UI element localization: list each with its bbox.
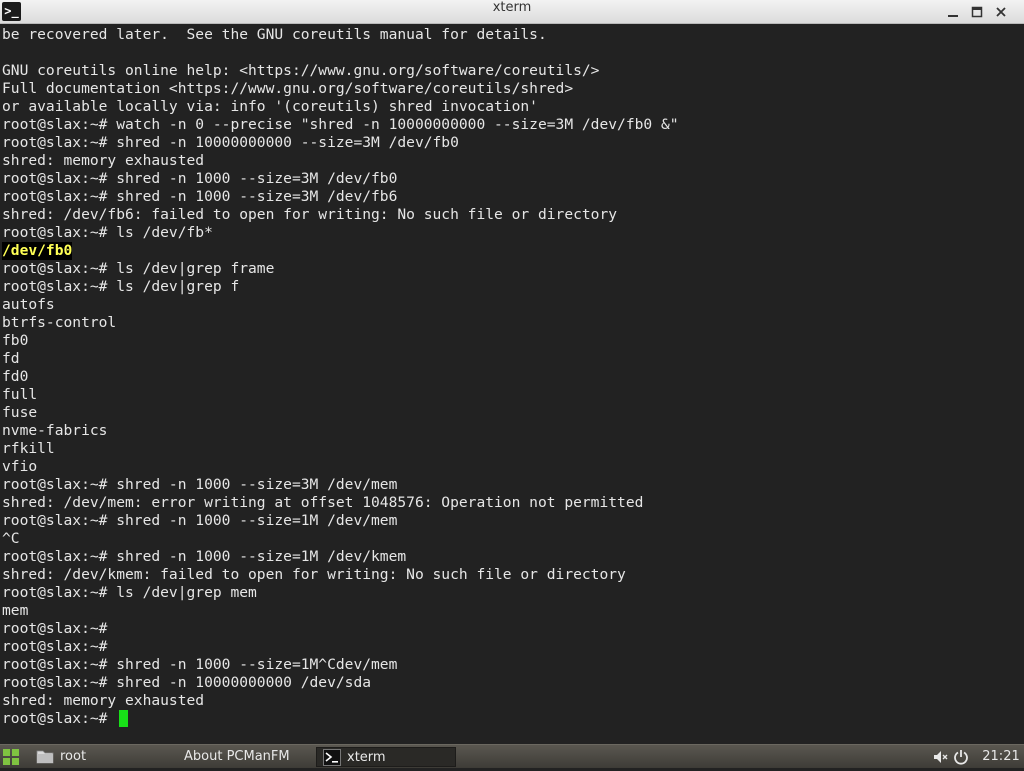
terminal-line: ^C <box>2 530 20 547</box>
terminal-line: root@slax:~# shred -n 10000000000 --size… <box>2 134 459 151</box>
terminal-icon <box>323 749 341 766</box>
folder-icon <box>36 750 54 764</box>
terminal-line: root@slax:~# shred -n 1000 --size=3M /de… <box>2 188 398 205</box>
terminal-line: shred: /dev/mem: error writing at offset… <box>2 494 644 511</box>
taskbar-item-label: xterm <box>347 750 386 765</box>
minimize-button[interactable] <box>944 4 961 20</box>
terminal-line: full <box>2 386 38 403</box>
volume-muted-icon[interactable] <box>932 749 948 765</box>
terminal-line: shred: memory exhausted <box>2 692 205 709</box>
terminal-line: root@slax:~# shred -n 1000 --size=1M /de… <box>2 512 398 529</box>
terminal-line: root@slax:~# ls /dev|grep f <box>2 278 240 295</box>
terminal-line: or available locally via: info '(coreuti… <box>2 98 538 115</box>
window-titlebar[interactable]: >_ xterm <box>0 0 1024 24</box>
terminal-line: nvme-fabrics <box>2 422 108 439</box>
maximize-icon <box>971 6 982 18</box>
window-title: xterm <box>492 0 532 15</box>
terminal-line: root@slax:~# shred -n 1000 --size=3M /de… <box>2 476 398 493</box>
clock[interactable]: 21:21 <box>980 745 1022 769</box>
terminal-line: root@slax:~# <box>2 638 108 655</box>
taskbar-item-label: About PCManFM <box>184 749 290 764</box>
terminal-output[interactable]: be recovered later. See the GNU coreutil… <box>0 25 1024 744</box>
terminal-line: root@slax:~# shred -n 1000 --size=3M /de… <box>2 170 398 187</box>
terminal-line: root@slax:~# ls /dev|grep mem <box>2 584 257 601</box>
terminal-line: root@slax:~# shred -n 1000 --size=1M /de… <box>2 548 407 565</box>
terminal-line: fb0 <box>2 332 29 349</box>
taskbar-item-about-pcmanfm[interactable]: About PCManFM <box>176 747 311 767</box>
terminal-line: root@slax:~# shred -n 1000 --size=1M^Cde… <box>2 656 398 673</box>
terminal-line: fuse <box>2 404 38 421</box>
terminal-line: root@slax:~# <box>2 620 108 637</box>
power-icon[interactable] <box>953 749 969 765</box>
terminal-line-highlighted: /dev/fb0 <box>2 242 73 260</box>
terminal-line: fd <box>2 350 20 367</box>
grid-menu-icon <box>3 749 19 765</box>
terminal-line: mem <box>2 602 29 619</box>
terminal-line: root@slax:~# ls /dev/fb* <box>2 224 213 241</box>
terminal-line: vfio <box>2 458 38 475</box>
start-menu-button[interactable] <box>2 748 20 766</box>
taskbar-item-xterm[interactable]: xterm <box>316 747 456 767</box>
terminal-line: shred: memory exhausted <box>2 152 205 169</box>
terminal-line: root@slax:~# ls /dev|grep frame <box>2 260 275 277</box>
terminal-line: GNU coreutils online help: <https://www.… <box>2 62 600 79</box>
taskbar-item-root[interactable]: root <box>30 747 170 767</box>
terminal-line: btrfs-control <box>2 314 117 331</box>
terminal-line: be recovered later. See the GNU coreutil… <box>2 26 547 43</box>
terminal-line: Full documentation <https://www.gnu.org/… <box>2 80 574 97</box>
terminal-line: shred: /dev/kmem: failed to open for wri… <box>2 566 626 583</box>
minimize-icon <box>947 15 958 17</box>
taskbar-item-label: root <box>60 749 87 764</box>
text-cursor <box>119 710 128 727</box>
close-icon <box>995 7 1006 17</box>
terminal-line: root@slax:~# <box>2 710 117 727</box>
taskbar: root About PCManFM xterm 21:21 <box>0 744 1024 768</box>
terminal-line: root@slax:~# shred -n 10000000000 /dev/s… <box>2 674 372 691</box>
maximize-button[interactable] <box>968 4 985 20</box>
terminal-line: autofs <box>2 296 55 313</box>
terminal-line: shred: /dev/fb6: failed to open for writ… <box>2 206 618 223</box>
terminal-line: rfkill <box>2 440 55 457</box>
close-button[interactable] <box>992 4 1009 20</box>
terminal-line: root@slax:~# watch -n 0 --precise "shred… <box>2 116 679 133</box>
terminal-line: fd0 <box>2 368 29 385</box>
